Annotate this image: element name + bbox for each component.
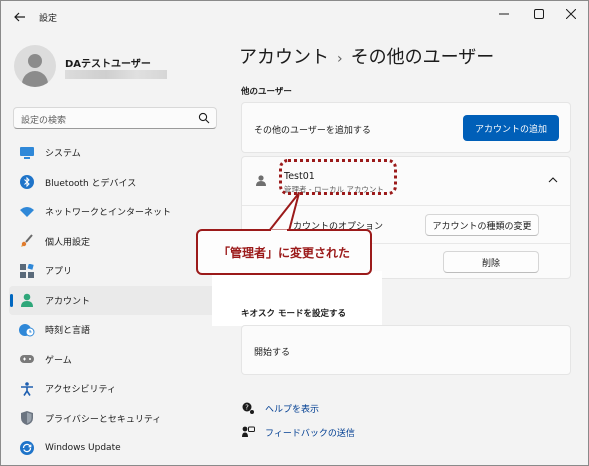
close-button[interactable] [554, 1, 588, 27]
globe-clock-icon [19, 322, 35, 338]
sidebar-item-windows-update[interactable]: Windows Update [9, 433, 219, 463]
sidebar-item-label: プライバシーとセキュリティ [45, 414, 162, 425]
minimize-button[interactable] [487, 1, 521, 27]
brush-icon [19, 233, 35, 249]
sidebar-item-label: ゲーム [45, 355, 72, 366]
search-placeholder: 設定の検索 [21, 116, 67, 126]
kiosk-heading: キオスク モードを設定する [241, 309, 346, 319]
gamepad-icon [19, 351, 35, 367]
sidebar-item-accessibility[interactable]: アクセシビリティ [9, 374, 219, 404]
search-input[interactable]: 設定の検索 [13, 107, 217, 129]
minimize-icon [499, 13, 509, 15]
user-icon [256, 175, 266, 186]
settings-window: 設定 DAテストユーザー 設定の検索 システム Bluetooth とデバイス … [0, 0, 589, 466]
account-icon [19, 292, 35, 308]
sidebar-item-label: アクセシビリティ [45, 385, 117, 396]
callout-text: 「管理者」に変更された [217, 245, 350, 260]
sidebar-item-label: Windows Update [45, 442, 121, 453]
breadcrumb-parent[interactable]: アカウント [239, 47, 329, 68]
shield-icon [19, 410, 35, 426]
maximize-icon [534, 9, 544, 19]
sidebar-item-apps[interactable]: アプリ [9, 256, 219, 286]
sidebar-item-label: アプリ [45, 267, 73, 278]
feedback-link[interactable]: フィードバックの送信 [241, 425, 355, 439]
sidebar-item-gaming[interactable]: ゲーム [9, 345, 219, 375]
sidebar-item-label: Bluetooth とデバイス [45, 178, 137, 189]
highlight-annotation [279, 159, 397, 195]
bluetooth-icon [19, 174, 35, 190]
feedback-link-label[interactable]: フィードバックの送信 [265, 426, 355, 439]
avatar [14, 45, 56, 87]
sidebar-item-time-language[interactable]: 時刻と言語 [9, 315, 219, 345]
add-account-button[interactable]: アカウントの追加 [463, 115, 559, 141]
divider [242, 205, 570, 206]
title-bar: 設定 [1, 1, 588, 33]
sidebar-item-accounts[interactable]: アカウント [9, 285, 219, 315]
kiosk-card[interactable]: 開始する [241, 325, 571, 375]
breadcrumb: アカウント › その他のユーザー [239, 43, 494, 69]
maximize-button[interactable] [522, 1, 556, 27]
feedback-icon [241, 425, 255, 439]
help-link[interactable]: ? ヘルプを表示 [241, 401, 319, 415]
kiosk-start-label: 開始する [254, 348, 291, 358]
sidebar-item-label: 個人用設定 [45, 237, 91, 248]
svg-text:?: ? [245, 404, 249, 412]
apps-icon [19, 263, 35, 279]
add-user-card: その他のユーザーを追加する アカウントの追加 [241, 102, 571, 153]
help-icon: ? [241, 401, 255, 415]
back-button[interactable] [9, 7, 31, 27]
accessibility-icon [19, 381, 35, 397]
user-name: DAテストユーザー [65, 59, 151, 70]
search-icon [198, 112, 210, 124]
sidebar-item-privacy[interactable]: プライバシーとセキュリティ [9, 404, 219, 434]
other-users-heading: 他のユーザー [241, 87, 292, 97]
system-icon [19, 145, 35, 161]
sidebar-item-personalization[interactable]: 個人用設定 [9, 227, 219, 257]
redacted-email [65, 70, 167, 79]
close-icon [566, 9, 576, 19]
help-link-label[interactable]: ヘルプを表示 [265, 402, 319, 415]
sidebar-item-label: アカウント [45, 296, 91, 307]
callout-annotation: 「管理者」に変更された [196, 229, 372, 275]
breadcrumb-separator: › [337, 51, 343, 67]
sidebar-item-label: 時刻と言語 [45, 326, 91, 337]
active-indicator [10, 293, 13, 307]
chevron-up-icon[interactable] [548, 177, 558, 183]
wifi-icon [19, 204, 35, 220]
sidebar-item-label: システム [45, 149, 81, 160]
back-arrow-icon [14, 12, 25, 22]
window-title: 設定 [39, 14, 58, 24]
update-icon [19, 440, 35, 456]
sidebar-nav: システム Bluetooth とデバイス ネットワークとインターネット 個人用設… [9, 138, 219, 463]
sidebar-item-network[interactable]: ネットワークとインターネット [9, 197, 219, 227]
page-title: その他のユーザー [350, 47, 495, 68]
sidebar-item-bluetooth[interactable]: Bluetooth とデバイス [9, 168, 219, 198]
change-account-type-button[interactable]: アカウントの種類の変更 [425, 214, 539, 236]
sidebar-item-system[interactable]: システム [9, 138, 219, 168]
sidebar-item-label: ネットワークとインターネット [45, 208, 172, 219]
add-user-label: その他のユーザーを追加する [254, 126, 371, 136]
delete-account-button[interactable]: 削除 [443, 251, 539, 273]
